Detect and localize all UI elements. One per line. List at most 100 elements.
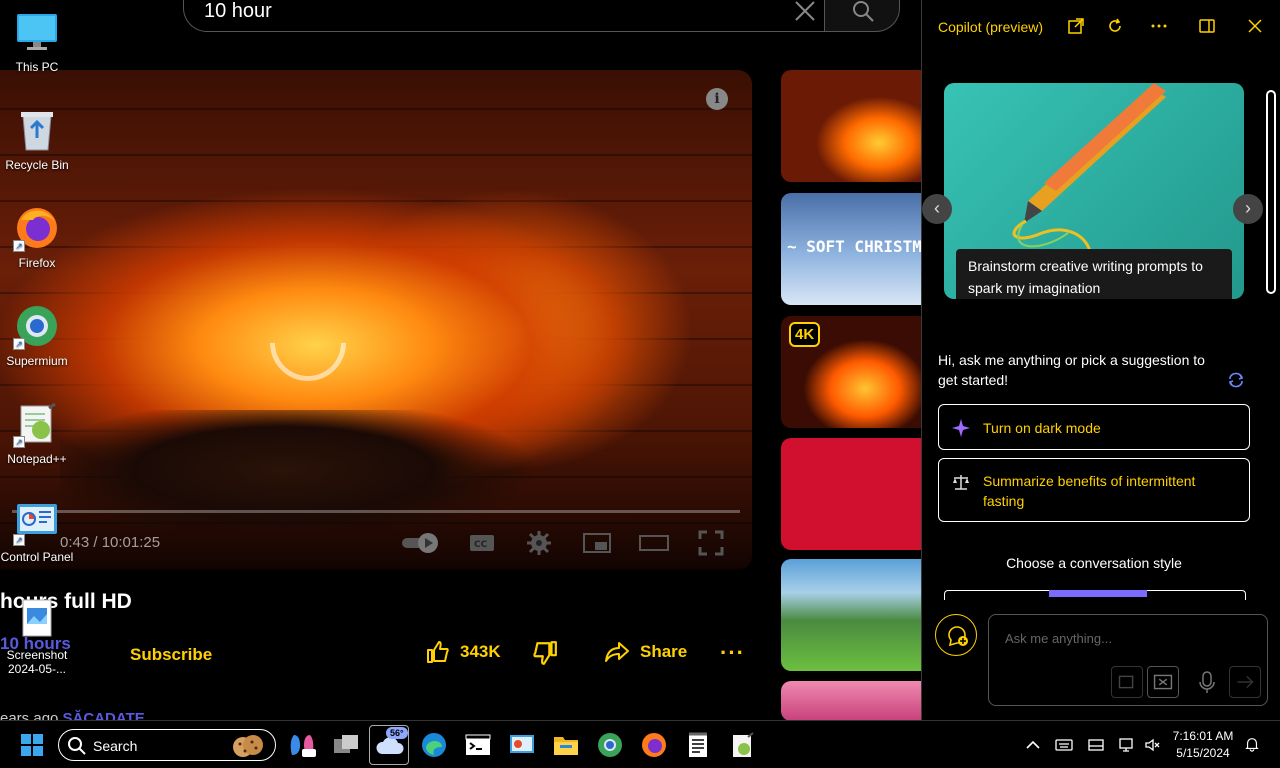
volume-muted-icon[interactable] (1144, 737, 1162, 753)
video-player[interactable]: i 0:43 / 10:01:25 CC (0, 70, 752, 570)
recommended-video-thumbnail[interactable] (781, 559, 921, 671)
taskbar-search[interactable]: Search (58, 729, 276, 761)
carousel-prev-button[interactable]: ‹ (922, 194, 952, 224)
conversation-style-active[interactable] (1049, 590, 1147, 597)
settings-gear-icon[interactable] (526, 530, 552, 556)
suggestion-dark-mode[interactable]: Turn on dark mode (938, 404, 1250, 450)
desktop-icon-notepad-plus-plus[interactable]: ↗ Notepad++ (0, 402, 74, 466)
supermium-icon: ↗ (13, 304, 59, 350)
suggestion-carousel[interactable]: Brainstorm creative writing prompts to s… (944, 83, 1244, 299)
notepad-plus-plus-taskbar-icon[interactable] (728, 731, 756, 759)
recommended-video-thumbnail[interactable]: 4K (781, 316, 921, 428)
chevron-up-icon[interactable] (1024, 737, 1042, 753)
recommended-video-thumbnail[interactable] (781, 70, 921, 182)
windows-start-icon[interactable] (20, 733, 44, 757)
sparkle-icon (952, 419, 970, 437)
desktop-icon-this-pc[interactable]: This PC (0, 10, 74, 74)
like-button[interactable]: 343K (426, 640, 501, 664)
copilot-greeting: Hi, ask me anything or pick a suggestion… (938, 352, 1205, 388)
firefox-taskbar-icon[interactable] (640, 731, 668, 759)
clock-time: 7:16:01 AM (1172, 729, 1234, 743)
dislike-button[interactable] (532, 640, 558, 671)
desktop-icon-label: This PC (15, 60, 59, 74)
desktop-icon-supermium[interactable]: ↗ Supermium (0, 304, 74, 368)
more-actions-button[interactable]: ··· (720, 640, 745, 666)
shortcut-arrow-icon: ↗ (13, 240, 25, 252)
conversation-style-label: Choose a conversation style (1006, 555, 1182, 571)
desktop-icon-recycle-bin[interactable]: Recycle Bin (0, 108, 74, 172)
recommended-video-thumbnail[interactable] (781, 681, 921, 720)
chat-input[interactable]: Ask me anything... (988, 614, 1268, 706)
info-icon[interactable]: i (706, 88, 728, 110)
refresh-icon[interactable] (1106, 17, 1124, 35)
monitor-icon (15, 10, 59, 54)
clear-search-icon[interactable] (793, 0, 817, 23)
edge-icon[interactable] (420, 731, 448, 759)
microphone-icon[interactable] (1191, 666, 1223, 698)
keyboard-icon[interactable] (1055, 737, 1073, 753)
autoplay-toggle-icon[interactable] (400, 530, 442, 556)
file-explorer-icon[interactable] (552, 731, 580, 759)
close-icon[interactable] (1246, 17, 1264, 35)
copilot-pane: Copilot (preview) Brainstorm creative wr… (921, 0, 1280, 720)
recycle-bin-icon (15, 108, 59, 152)
desktop-icon-firefox[interactable]: ↗ Firefox (0, 206, 74, 270)
desktop-icon-screenshot[interactable]: Screenshot 2024-05-... (0, 598, 74, 676)
svg-text:CC: CC (474, 540, 488, 550)
share-button[interactable]: Share (604, 640, 687, 664)
share-icon (605, 642, 629, 662)
conversation-style-selector[interactable] (944, 590, 1246, 600)
input-indicator-icon[interactable] (1087, 737, 1105, 753)
chat-input-placeholder: Ask me anything... (1005, 631, 1112, 646)
thumbnail-badge: 4K (789, 322, 821, 347)
search-button[interactable] (824, 0, 900, 32)
refresh-suggestions-icon[interactable] (1227, 371, 1245, 389)
search-icon (853, 1, 874, 22)
send-icon[interactable] (1229, 666, 1261, 698)
copilot-title: Copilot (preview) (938, 19, 1044, 35)
loading-spinner (254, 289, 362, 397)
subscribe-button[interactable]: Subscribe (130, 645, 212, 665)
new-topic-button[interactable] (935, 614, 977, 656)
terminal-icon[interactable] (464, 731, 492, 759)
network-icon[interactable] (1118, 737, 1136, 753)
image-file-icon (15, 598, 59, 642)
notepad-icon[interactable] (684, 731, 712, 759)
control-panel-taskbar-icon[interactable] (508, 731, 536, 759)
notepad-plus-plus-icon: ↗ (13, 402, 59, 448)
progress-bar[interactable] (12, 510, 740, 513)
carousel-next-button[interactable]: › (1233, 194, 1263, 224)
recommended-video-thumbnail[interactable]: ~ SOFT CHRISTM (781, 193, 921, 305)
task-view-icon[interactable] (332, 731, 360, 759)
attach-image-icon[interactable] (1111, 666, 1143, 698)
meta-hashtag[interactable]: SĂCADATE (63, 710, 145, 720)
open-in-new-window-icon[interactable] (1067, 17, 1085, 35)
scales-icon (953, 475, 969, 490)
notification-bell-icon[interactable] (1243, 736, 1261, 752)
taskbar-search-label: Search (93, 738, 138, 754)
desktop-icon-control-panel[interactable]: ↗ Control Panel (0, 500, 74, 564)
new-chat-icon (948, 626, 968, 647)
more-options-icon[interactable] (1150, 17, 1168, 35)
miniplayer-icon[interactable] (582, 530, 612, 556)
captions-icon[interactable]: CC (468, 530, 496, 556)
video-meta: ears ago SĂCADATE (0, 710, 145, 720)
suggestion-intermittent-fasting[interactable]: Summarize benefits of intermittent fasti… (938, 458, 1250, 522)
fullscreen-icon[interactable] (698, 530, 724, 556)
desktop-icon-label: Firefox (18, 256, 56, 270)
recommended-video-thumbnail[interactable] (781, 438, 921, 550)
theater-mode-icon[interactable] (638, 530, 670, 556)
screenshot-capture-icon[interactable] (1147, 666, 1179, 698)
search-input[interactable]: 10 hour (183, 0, 825, 32)
firefox-icon: ↗ (13, 206, 59, 252)
copilot-scrollbar[interactable] (1266, 90, 1276, 294)
video-time: 0:43 / 10:01:25 (60, 534, 161, 551)
desktop-icon-label: Screenshot 2024-05-... (6, 648, 68, 676)
copilot-app-icon[interactable] (288, 731, 316, 759)
taskbar-clock[interactable]: 7:16:01 AM 5/15/2024 (1168, 728, 1238, 762)
search-query[interactable]: 10 hour (204, 0, 272, 23)
dock-pane-icon[interactable] (1198, 17, 1216, 35)
supermium-taskbar-icon[interactable] (596, 731, 624, 759)
thumbs-up-icon (427, 641, 449, 663)
suggestion-label: Turn on dark mode (983, 420, 1101, 436)
